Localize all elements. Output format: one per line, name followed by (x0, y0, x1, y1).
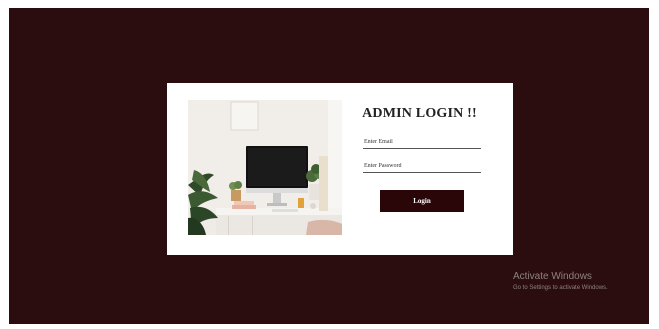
watermark-title: Activate Windows (513, 271, 592, 282)
login-card: ADMIN LOGIN !! Login (167, 83, 513, 255)
watermark-subtitle: Go to Settings to activate Windows. (513, 285, 608, 291)
login-button[interactable]: Login (380, 190, 464, 212)
page-title: ADMIN LOGIN !! (362, 106, 477, 121)
page-background: ADMIN LOGIN !! Login Activate Windows Go… (9, 8, 649, 324)
password-field[interactable] (363, 160, 481, 173)
activate-windows-watermark: Activate Windows Go to Settings to activ… (513, 271, 608, 292)
desk-workspace-photo (188, 100, 342, 235)
email-field[interactable] (363, 136, 481, 149)
